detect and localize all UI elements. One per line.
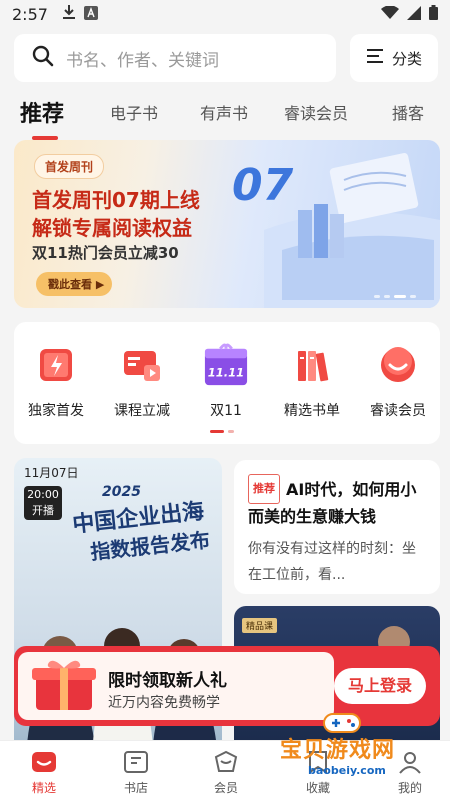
wifi-icon	[381, 4, 399, 24]
category-button[interactable]: 分类	[350, 34, 438, 82]
content-tabs: 推荐 电子书 有声书 睿读会员 播客	[0, 96, 450, 136]
nav-featured[interactable]: 精选	[14, 749, 74, 796]
status-time: 2:57	[12, 4, 48, 24]
quick-entry-panel: 独家首发 课程立减 11.11 双11 精选书单 睿读会员	[14, 322, 440, 444]
gift-1111-icon: 11.11	[203, 342, 249, 388]
battery-icon	[429, 4, 438, 24]
live-time: 20:00	[27, 488, 59, 501]
banner-headline-1: 首发周刊07期上线	[32, 188, 200, 212]
booklist-icon	[289, 342, 335, 388]
entries-scroll-indicator	[210, 430, 224, 433]
live-date: 11月07日	[24, 466, 79, 480]
gift-box-icon	[32, 660, 96, 710]
tab-audiobook[interactable]: 有声书	[200, 100, 248, 124]
nav-membership[interactable]: 会员	[196, 749, 256, 796]
entries-scroll-indicator-track	[228, 430, 234, 433]
entry-label: 睿读会员	[370, 403, 426, 419]
smile-member-icon	[375, 342, 421, 388]
entry-booklist[interactable]: 精选书单	[272, 342, 352, 420]
promo-title: 限时领取新人礼	[108, 671, 227, 691]
status-bar: 2:57	[0, 0, 450, 28]
entry-exclusive[interactable]: 独家首发	[16, 342, 96, 420]
article-excerpt: 你有没有过这样的时刻：坐在工位前，看...	[248, 541, 416, 583]
article-title-block: 推荐 AI时代，如何用小而美的生意赚大钱	[248, 474, 426, 530]
tab-membership[interactable]: 睿读会员	[284, 100, 348, 124]
bookstore-icon	[123, 749, 149, 775]
live-status: 开播	[32, 504, 54, 517]
article-card[interactable]: 推荐 AI时代，如何用小而美的生意赚大钱 你有没有过这样的时刻：坐在工位前，看..…	[234, 460, 440, 594]
menu-lines-icon	[366, 48, 384, 68]
nav-bookstore[interactable]: 书店	[106, 749, 166, 796]
nav-label: 精选	[31, 781, 56, 795]
entry-course[interactable]: 课程立减	[102, 342, 182, 420]
banner-number: 07	[232, 160, 294, 211]
svg-text:11.11: 11.11	[208, 366, 244, 380]
tab-recommend[interactable]: 推荐	[20, 96, 64, 128]
a-icon	[83, 5, 98, 24]
course-icon	[119, 342, 165, 388]
nav-label: 书店	[123, 781, 148, 795]
promo-subtitle: 近万内容免费畅学	[108, 695, 220, 711]
article-tag: 推荐	[248, 474, 280, 504]
search-placeholder: 书名、作者、关键词	[66, 50, 219, 71]
login-button[interactable]: 马上登录	[334, 668, 426, 704]
book-flash-icon	[33, 342, 79, 388]
entry-label: 课程立减	[114, 403, 170, 419]
entry-label: 双11	[210, 403, 242, 419]
banner-tag: 首发周刊	[34, 154, 105, 179]
signal-icon	[407, 5, 421, 24]
entry-double11[interactable]: 11.11 双11	[186, 342, 266, 420]
tab-ebook[interactable]: 电子书	[110, 100, 158, 124]
entry-label: 独家首发	[28, 403, 84, 419]
promo-banner[interactable]: 首发周刊 首发周刊07期上线 解锁专属阅读权益 双11热门会员立减30 戳此查看…	[14, 140, 440, 308]
featured-icon	[31, 749, 57, 775]
banner-subtitle: 双11热门会员立减30	[32, 244, 179, 262]
live-time-badge: 20:00 开播	[24, 486, 62, 520]
membership-icon	[213, 749, 239, 775]
search-input[interactable]: 书名、作者、关键词	[14, 34, 336, 82]
watermark-logo: 宝贝游戏网 baobeiy.com	[276, 708, 436, 788]
watermark-url: baobeiy.com	[308, 764, 386, 777]
entry-label: 精选书单	[284, 403, 340, 419]
live-year: 2025	[102, 484, 141, 500]
banner-headline-2: 解锁专属阅读权益	[32, 216, 192, 240]
banner-cta-button[interactable]: 戳此查看 ▶	[36, 272, 113, 296]
entry-member[interactable]: 睿读会员	[358, 342, 438, 420]
category-label: 分类	[391, 49, 422, 68]
search-icon	[32, 45, 54, 71]
tab-podcast[interactable]: 播客	[392, 100, 424, 124]
watermark-text: 宝贝游戏网	[280, 738, 396, 763]
nav-label: 会员	[213, 781, 238, 795]
download-icon	[62, 4, 76, 24]
banner-pagination	[374, 295, 416, 298]
